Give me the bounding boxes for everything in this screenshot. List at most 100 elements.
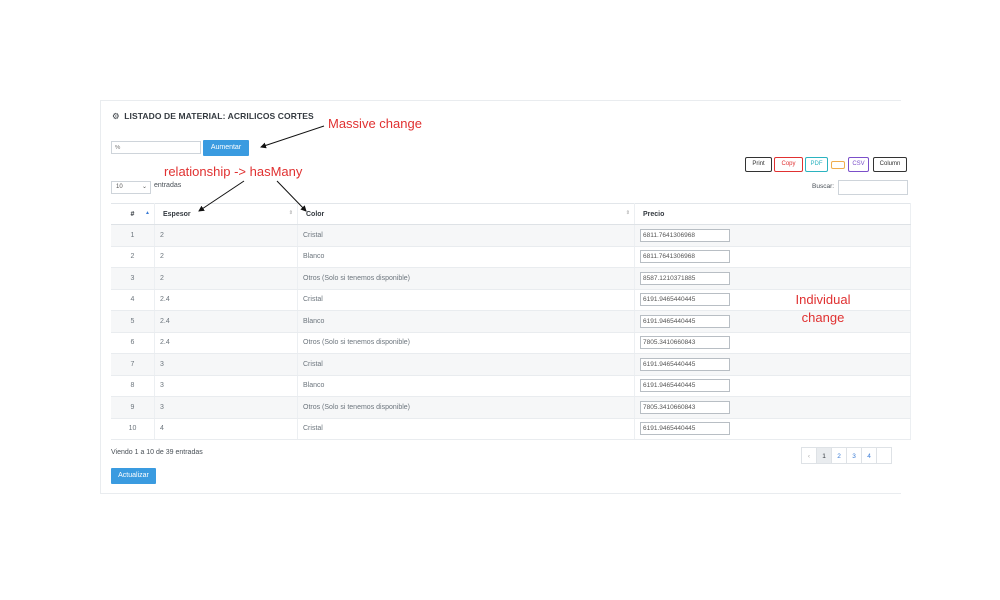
cell-color: Blanco <box>297 310 635 333</box>
search-label: Buscar: <box>812 183 835 190</box>
price-input[interactable] <box>640 271 730 285</box>
cell-number: 3 <box>111 267 155 290</box>
cell-espesor: 2.4 <box>154 332 298 354</box>
table-row: 3 2 Otros (Solo si tenemos disponible) <box>111 267 911 290</box>
cell-number: 6 <box>111 332 155 354</box>
page-button-3[interactable]: 3 <box>846 447 862 464</box>
column-header-label: Precio <box>643 210 665 218</box>
cell-precio <box>634 418 911 440</box>
annotation-massive-change: Massive change <box>328 116 422 131</box>
cell-color: Blanco <box>297 246 635 268</box>
table-info: Viendo 1 a 10 de 39 entradas <box>111 449 203 456</box>
cell-color: Blanco <box>297 375 635 397</box>
percent-input[interactable] <box>111 141 201 154</box>
search-input[interactable] <box>838 180 908 195</box>
cell-color: Cristal <box>297 289 635 311</box>
annotation-individual-change: Individual change <box>783 291 863 327</box>
price-input[interactable] <box>640 336 730 350</box>
table-row: 9 3 Otros (Solo si tenemos disponible) <box>111 396 911 419</box>
table-row: 10 4 Cristal <box>111 418 911 440</box>
cell-number: 7 <box>111 353 155 376</box>
prev-page-button[interactable]: ‹ <box>801 447 817 464</box>
price-input[interactable] <box>640 357 730 371</box>
cell-precio <box>634 332 911 354</box>
column-header-precio[interactable]: Precio <box>634 203 911 225</box>
page-title: ⚙ LISTADO DE MATERIAL: ACRILICOS CORTES <box>112 111 314 122</box>
table-row: 1 2 Cristal <box>111 224 911 247</box>
table-row: 2 2 Blanco <box>111 246 911 268</box>
chevron-down-icon: ⌄ <box>141 184 147 190</box>
table-row: 6 2.4 Otros (Solo si tenemos disponible) <box>111 332 911 354</box>
column-header-color[interactable]: Color ⇕ <box>297 203 635 225</box>
cell-espesor: 3 <box>154 375 298 397</box>
next-page-button[interactable] <box>876 447 892 464</box>
cell-espesor: 2 <box>154 224 298 247</box>
cell-precio <box>634 310 911 333</box>
export-button[interactable]: Column <box>873 157 907 172</box>
page-button-2[interactable]: 2 <box>831 447 847 464</box>
cell-color: Cristal <box>297 353 635 376</box>
price-input[interactable] <box>640 293 730 307</box>
annotation-line: change <box>801 310 845 325</box>
cell-espesor: 2.4 <box>154 289 298 311</box>
cell-espesor: 3 <box>154 353 298 376</box>
annotation-relationship: relationship -> hasMany <box>164 164 303 179</box>
column-header-label: # <box>130 210 135 218</box>
cell-number: 5 <box>111 310 155 333</box>
cell-espesor: 2 <box>154 267 298 290</box>
table-row: 8 3 Blanco <box>111 375 911 397</box>
cell-precio <box>634 267 911 290</box>
cell-espesor: 2.4 <box>154 310 298 333</box>
cell-color: Cristal <box>297 418 635 440</box>
export-button[interactable]: CSV <box>848 157 869 172</box>
export-button[interactable]: Copy <box>774 157 803 172</box>
price-input[interactable] <box>640 379 730 393</box>
table-header-row: # ▲ Espesor ⇕ Color ⇕ Precio <box>111 203 911 225</box>
cell-color: Otros (Solo si tenemos disponible) <box>297 396 635 419</box>
price-input[interactable] <box>640 422 730 436</box>
table-row: 7 3 Cristal <box>111 353 911 376</box>
increase-button[interactable]: Aumentar <box>203 140 249 156</box>
column-header-label: Espesor <box>163 210 191 218</box>
entries-select[interactable]: 10 ⌄ <box>111 181 151 194</box>
page-button-1[interactable]: 1 <box>816 447 832 464</box>
gear-icon: ⚙ <box>112 111 120 121</box>
cell-number: 10 <box>111 418 155 440</box>
cell-espesor: 4 <box>154 418 298 440</box>
cell-precio <box>634 396 911 419</box>
cell-precio <box>634 246 911 268</box>
entries-select-value: 10 <box>116 184 123 190</box>
cell-color: Otros (Solo si tenemos disponible) <box>297 267 635 290</box>
column-header-number[interactable]: # ▲ <box>111 203 155 225</box>
sort-icon: ⇕ <box>288 210 293 216</box>
entries-label: entradas <box>154 182 182 189</box>
price-input[interactable] <box>640 314 730 328</box>
price-input[interactable] <box>640 400 730 414</box>
cell-precio <box>634 289 911 311</box>
export-button[interactable] <box>831 161 845 169</box>
update-button[interactable]: Actualizar <box>111 468 156 484</box>
cell-number: 4 <box>111 289 155 311</box>
cell-number: 8 <box>111 375 155 397</box>
cell-precio <box>634 224 911 247</box>
page-button-4[interactable]: 4 <box>861 447 877 464</box>
cell-color: Cristal <box>297 224 635 247</box>
price-input[interactable] <box>640 250 730 264</box>
pagination: ‹ 1 2 3 4 <box>801 447 892 464</box>
export-button[interactable]: PDF <box>805 157 828 172</box>
sort-asc-icon: ▲ <box>145 210 150 216</box>
cell-precio <box>634 353 911 376</box>
cell-number: 2 <box>111 246 155 268</box>
cell-espesor: 3 <box>154 396 298 419</box>
cell-color: Otros (Solo si tenemos disponible) <box>297 332 635 354</box>
column-header-label: Color <box>306 210 325 218</box>
cell-espesor: 2 <box>154 246 298 268</box>
column-header-espesor[interactable]: Espesor ⇕ <box>154 203 298 225</box>
price-input[interactable] <box>640 228 730 242</box>
page-title-text: LISTADO DE MATERIAL: ACRILICOS CORTES <box>124 111 314 121</box>
cell-number: 9 <box>111 396 155 419</box>
sort-icon: ⇕ <box>625 210 630 216</box>
annotation-line: Individual <box>795 292 851 307</box>
export-button[interactable]: Print <box>745 157 772 172</box>
cell-number: 1 <box>111 224 155 247</box>
